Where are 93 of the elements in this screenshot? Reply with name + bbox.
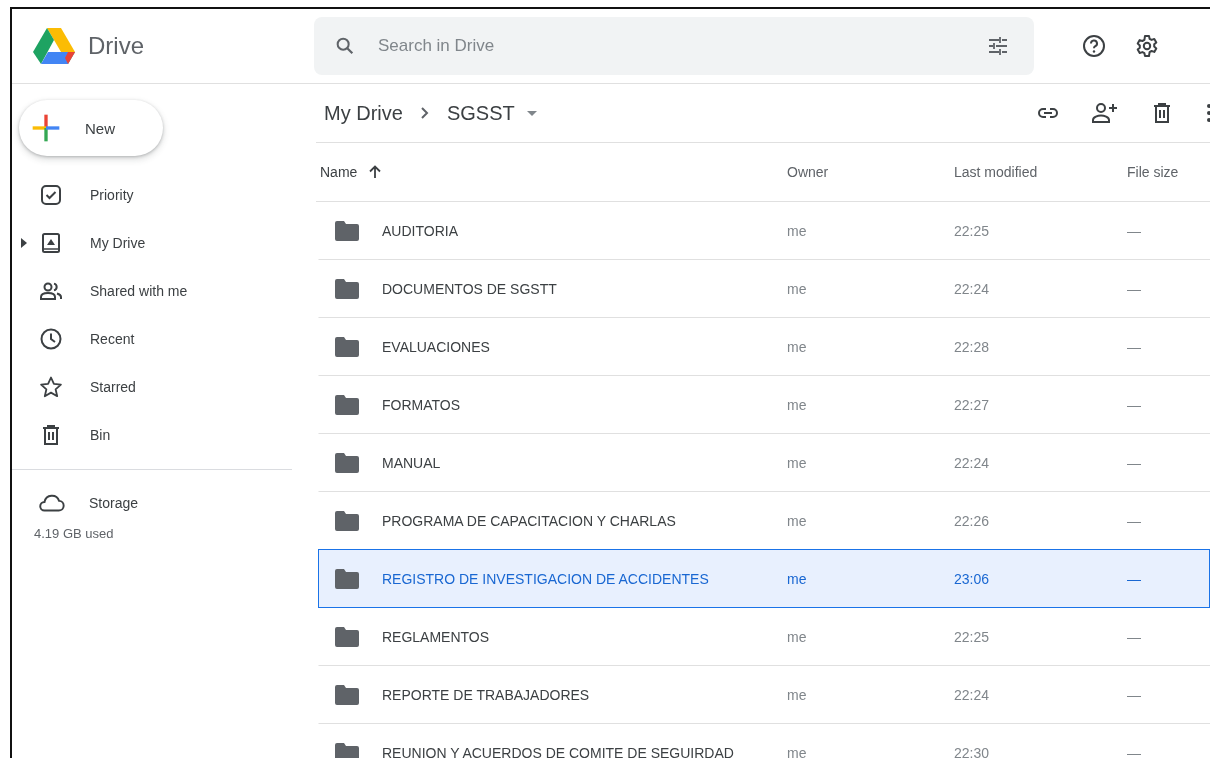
search-field[interactable]: Search in Drive <box>376 35 966 57</box>
file-size-cell: — <box>1127 280 1141 297</box>
file-size-cell: — <box>1127 222 1141 239</box>
folder-icon <box>335 742 359 758</box>
plus-icon <box>31 113 61 143</box>
dropdown-arrow-icon[interactable] <box>526 110 537 116</box>
column-header[interactable]: File size <box>1127 164 1179 180</box>
sidebar-item[interactable]: Priority <box>12 171 312 219</box>
folder-icon <box>335 452 359 473</box>
modified-cell: 22:30 <box>954 744 990 758</box>
modified-cell: 23:06 <box>954 570 990 587</box>
sidebar-item[interactable]: Shared with me <box>12 267 312 315</box>
file-size-cell: — <box>1127 570 1141 587</box>
owner-cell: me <box>787 222 807 239</box>
storage-label[interactable]: Storage <box>89 495 139 511</box>
help-icon[interactable] <box>1082 34 1106 58</box>
filter-options-icon[interactable] <box>986 34 1010 58</box>
cloud-icon <box>37 492 65 514</box>
file-name: REGLAMENTOS <box>382 628 490 645</box>
app-name: Drive <box>88 32 144 60</box>
file-name: MANUAL <box>382 454 441 471</box>
file-row[interactable]: REPORTE DE TRABAJADORES me 22:24 — <box>318 665 1210 724</box>
file-row[interactable]: MANUAL me 22:24 — <box>318 433 1210 492</box>
search-bar[interactable]: Search in Drive <box>314 17 1034 75</box>
file-name: PROGRAMA DE CAPACITACION Y CHARLAS <box>382 512 676 529</box>
star-icon <box>39 375 63 399</box>
file-row[interactable]: FORMATOS me 22:27 — <box>318 375 1210 434</box>
chevron-icon <box>420 107 429 119</box>
folder-icon <box>335 336 359 357</box>
drive-logo-icon <box>32 27 76 65</box>
sidebar-item[interactable]: Recent <box>12 315 312 363</box>
file-size-cell: — <box>1127 744 1141 758</box>
file-size-cell: — <box>1127 338 1141 355</box>
owner-cell: me <box>787 454 807 471</box>
sidebar-item[interactable]: Starred <box>12 363 312 411</box>
priority-icon <box>39 183 63 207</box>
folder-icon <box>335 394 359 415</box>
sidebar-item[interactable]: My Drive <box>12 219 312 267</box>
sidebar-item[interactable]: Bin <box>12 411 312 459</box>
file-size-cell: — <box>1127 454 1141 471</box>
file-name: REUNION Y ACUERDOS DE COMITE DE SEGUIRDAD <box>382 744 734 758</box>
owner-cell: me <box>787 338 807 355</box>
owner-cell: me <box>787 628 807 645</box>
file-size-cell: — <box>1127 686 1141 703</box>
modified-cell: 22:25 <box>954 222 990 239</box>
file-size-cell: — <box>1127 628 1141 645</box>
owner-cell: me <box>787 570 807 587</box>
sort-arrow-icon[interactable] <box>369 165 382 179</box>
owner-cell: me <box>787 280 807 297</box>
file-row[interactable]: REGLAMENTOS me 22:25 — <box>318 607 1210 666</box>
folder-icon <box>335 220 359 241</box>
file-row[interactable]: DOCUMENTOS DE SGSTT me 22:24 — <box>318 259 1210 318</box>
file-size-cell: — <box>1127 512 1141 529</box>
file-name: REPORTE DE TRABAJADORES <box>382 686 590 703</box>
column-header[interactable]: Name <box>320 164 358 180</box>
owner-cell: me <box>787 686 807 703</box>
breadcrumb-item[interactable]: My Drive <box>324 101 403 125</box>
folder-icon <box>335 278 359 299</box>
column-header[interactable]: Owner <box>787 164 829 180</box>
settings-icon[interactable] <box>1135 34 1159 58</box>
file-row[interactable]: EVALUACIONES me 22:28 — <box>318 317 1210 376</box>
modified-cell: 22:26 <box>954 512 990 529</box>
file-name: AUDITORIA <box>382 222 458 239</box>
folder-icon <box>335 510 359 531</box>
owner-cell: me <box>787 512 807 529</box>
file-row[interactable]: REGISTRO DE INVESTIGACION DE ACCIDENTES me 23:06 — <box>318 549 1210 608</box>
drive-icon <box>39 231 63 255</box>
search-icon[interactable] <box>334 35 356 57</box>
modified-cell: 22:24 <box>954 280 990 297</box>
modified-cell: 22:28 <box>954 338 990 355</box>
owner-cell: me <box>787 396 807 413</box>
modified-cell: 22:24 <box>954 454 990 471</box>
modified-cell: 22:27 <box>954 396 990 413</box>
breadcrumb-item[interactable]: SGSST <box>446 101 515 125</box>
folder-icon <box>335 684 359 705</box>
modified-cell: 22:25 <box>954 628 990 645</box>
file-name: FORMATOS <box>382 396 461 413</box>
folder-icon <box>335 626 359 647</box>
file-name: DOCUMENTOS DE SGSTT <box>382 280 557 297</box>
file-row[interactable]: AUDITORIA me 22:25 — <box>318 201 1210 260</box>
file-row[interactable]: REUNION Y ACUERDOS DE COMITE DE SEGUIRDAD me 22:30 — <box>318 723 1210 758</box>
add-person-icon[interactable] <box>1092 101 1118 125</box>
storage-used-text: 4.19 GB used <box>33 526 115 541</box>
caret-icon[interactable] <box>21 238 27 248</box>
clock-icon <box>39 327 63 351</box>
file-name: REGISTRO DE INVESTIGACION DE ACCIDENTES <box>382 570 709 587</box>
file-size-cell: — <box>1127 396 1141 413</box>
modified-cell: 22:24 <box>954 686 990 703</box>
column-header[interactable]: Last modified <box>954 164 1038 180</box>
new-button[interactable]: New <box>19 100 163 156</box>
folder-icon <box>335 568 359 589</box>
file-name: EVALUACIONES <box>382 338 490 355</box>
owner-cell: me <box>787 744 807 758</box>
